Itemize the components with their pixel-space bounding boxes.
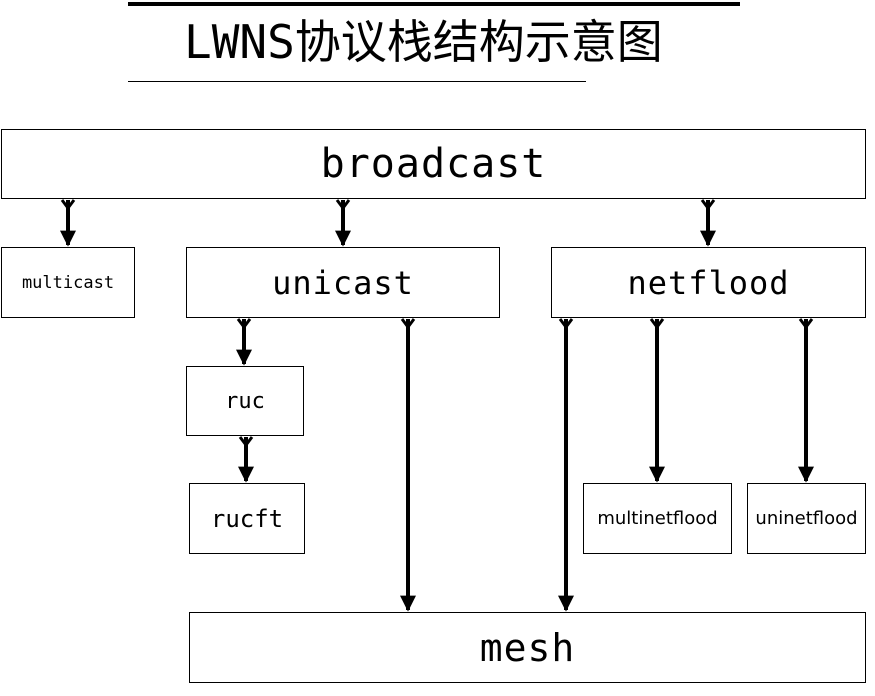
edges-layer	[60, 199, 814, 612]
node-mesh: mesh	[189, 612, 866, 683]
node-rucft-label: rucft	[210, 504, 284, 533]
node-broadcast-label: broadcast	[320, 141, 547, 187]
node-multinetflood: multinetflood	[583, 483, 732, 554]
node-mesh-label: mesh	[479, 625, 576, 670]
node-broadcast: broadcast	[1, 129, 866, 199]
node-uninetflood-label: uninetflood	[755, 508, 858, 529]
node-ruc: ruc	[186, 366, 304, 436]
node-netflood-label: netflood	[627, 263, 790, 302]
diagram-canvas: LWNS协议栈结构示意图 broadcast multicast unicast…	[0, 0, 875, 696]
node-multicast-label: multicast	[21, 272, 115, 293]
node-uninetflood: uninetflood	[747, 483, 866, 554]
node-unicast: unicast	[186, 247, 500, 318]
node-netflood: netflood	[551, 247, 866, 318]
node-multicast: multicast	[1, 247, 135, 318]
node-rucft: rucft	[189, 483, 305, 554]
node-unicast-label: unicast	[272, 263, 414, 302]
node-multinetflood-label: multinetflood	[597, 508, 718, 529]
node-ruc-label: ruc	[225, 388, 265, 414]
